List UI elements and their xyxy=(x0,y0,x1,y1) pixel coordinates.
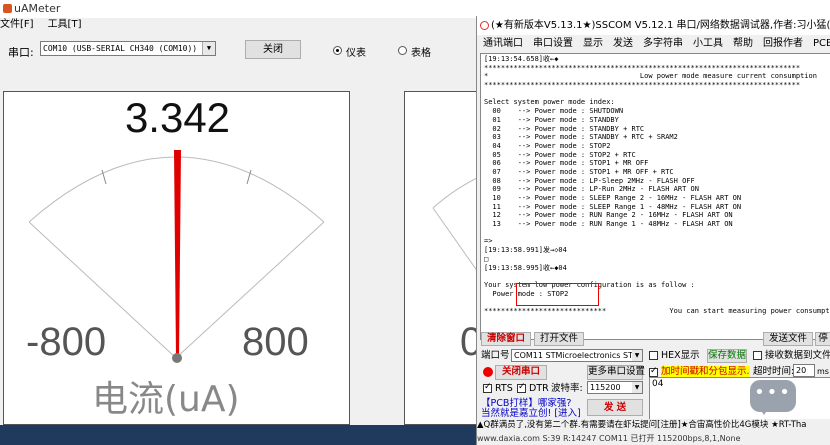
terminal-line: 06 --> Power mode : STOP1 + MR OFF xyxy=(484,159,649,168)
send-file-button[interactable]: 发送文件 xyxy=(763,332,813,346)
terminal-line: [19:13:58.991]发→◇04 xyxy=(484,246,567,255)
port-status-indicator-icon xyxy=(483,367,493,377)
second-gauge: 0 xyxy=(404,91,484,425)
chevron-down-icon[interactable]: ▼ xyxy=(632,382,642,393)
terminal-line: 02 --> Power mode : STANDBY + RTC xyxy=(484,124,645,133)
rts-checkbox[interactable] xyxy=(483,382,492,393)
sscom-title-bar: (★有新版本V5.13.1★)SSCOM V5.12.1 串口/网络数据调试器,… xyxy=(477,16,830,35)
uameter-menu-bar: 文件[F] 工具[T] xyxy=(0,18,95,32)
terminal-line: ****************************************… xyxy=(484,81,801,90)
sscom-app-icon xyxy=(480,21,489,30)
recv-to-file-label: 接收数据到文件 xyxy=(765,350,830,361)
hex-display-label: HEX显示 xyxy=(661,350,700,361)
gauge-max-label: 800 xyxy=(242,320,309,364)
sscom-title: (★有新版本V5.13.1★)SSCOM V5.12.1 串口/网络数据调试器,… xyxy=(491,20,830,31)
uameter-title: uAMeter xyxy=(14,2,61,15)
send-text-value: 04 xyxy=(652,379,664,389)
terminal-line: * Low power mode measure current consump… xyxy=(484,72,817,81)
port-select[interactable]: COM10 (USB-SERIAL CH340 (COM10)) ▼ xyxy=(40,41,216,56)
menu-tools[interactable]: 小工具 xyxy=(693,38,723,49)
menu-pcb[interactable]: PCB打样 xyxy=(813,38,830,49)
terminal-line: ***************************** You can st… xyxy=(484,306,830,315)
terminal-line: □ xyxy=(484,254,489,263)
terminal-line: ****************************************… xyxy=(484,63,801,72)
menu-serial-settings[interactable]: 串口设置 xyxy=(533,38,573,49)
dtr-label: DTR xyxy=(529,383,549,394)
mode-gauge-radio[interactable] xyxy=(333,46,342,55)
send-button[interactable]: 发 送 xyxy=(587,399,643,416)
baud-label: 波特率: xyxy=(551,383,583,394)
save-data-button[interactable]: 保存数据 xyxy=(707,349,747,363)
current-value: 3.342 xyxy=(124,94,231,141)
menu-multi-string[interactable]: 多字符串 xyxy=(643,38,683,49)
clear-window-button[interactable]: 清除窗口 xyxy=(481,332,531,346)
terminal-line: 03 --> Power mode : STANDBY + RTC + SRAM… xyxy=(484,133,678,142)
rts-label: RTS xyxy=(495,383,513,394)
terminal-line: => xyxy=(484,237,493,246)
current-gauge: 3.342 -800 800 电流(uA) xyxy=(3,91,350,425)
sscom-news-bar[interactable]: ▲Q群满员了,没有第二个群.有需要请在虾坛提问[注册]★合宙高性价比4G模块 ★… xyxy=(477,419,830,431)
port-select-value: COM10 (USB-SERIAL CH340 (COM10)) xyxy=(43,44,198,53)
mode-table-radio[interactable] xyxy=(398,46,407,55)
menu-report-author[interactable]: 回报作者 xyxy=(763,38,803,49)
highlight-box xyxy=(516,283,599,306)
menu-send[interactable]: 发送 xyxy=(613,38,633,49)
recv-to-file-checkbox[interactable] xyxy=(753,351,762,360)
sscom-port-value: COM11 STMicroelectronics ST xyxy=(514,351,633,360)
gauge-min-label: -800 xyxy=(26,320,107,364)
terminal-line: 01 --> Power mode : STANDBY xyxy=(484,115,619,124)
baud-value: 115200 xyxy=(590,383,621,392)
terminal-line: [19:13:54.658]收←◆ xyxy=(484,55,559,63)
sscom-status-bar: www.daxia.com S:39 R:14247 COM11 已打开 115… xyxy=(477,432,830,445)
menu-file[interactable]: 文件[F] xyxy=(0,19,34,30)
terminal-line: 04 --> Power mode : STOP2 xyxy=(484,141,611,150)
stop-button[interactable]: 停 xyxy=(815,332,830,346)
terminal-line: 08 --> Power mode : LP-Sleep 2MHz - FLAS… xyxy=(484,176,695,185)
second-gauge-dial xyxy=(432,174,483,281)
hex-display-checkbox[interactable] xyxy=(649,351,658,360)
terminal-line: 13 --> Power mode : RUN Range 1 - 48MHz … xyxy=(484,220,733,229)
menu-tools[interactable]: 工具[T] xyxy=(48,19,82,30)
mode-gauge-label: 仪表 xyxy=(346,48,366,59)
chat-dots-icon: ••• xyxy=(754,382,792,403)
gauge-unit-label: 电流(uA) xyxy=(92,379,240,420)
close-serial-button[interactable]: 关闭串口 xyxy=(495,365,547,380)
terminal-line: 09 --> Power mode : LP-Run 2MHz - FLASH … xyxy=(484,185,699,194)
open-file-button[interactable]: 打开文件 xyxy=(534,332,584,346)
sscom-menu-bar: 通讯端口串口设置显示发送多字符串小工具帮助回报作者 PCB打样 xyxy=(477,36,830,52)
close-port-button[interactable]: 关闭 xyxy=(245,40,301,59)
menu-display[interactable]: 显示 xyxy=(583,38,603,49)
terminal-line: 10 --> Power mode : SLEEP Range 2 - 16MH… xyxy=(484,194,742,202)
mode-table-label: 表格 xyxy=(411,48,431,59)
terminal-line: Select system power mode index: xyxy=(484,98,615,107)
gauge-needle xyxy=(174,150,181,358)
uameter-app-icon xyxy=(3,4,12,13)
menu-help[interactable]: 帮助 xyxy=(733,38,753,49)
timestamp-checkbox[interactable] xyxy=(649,366,658,377)
chevron-down-icon[interactable]: ▼ xyxy=(632,350,642,361)
menu-comm-port[interactable]: 通讯端口 xyxy=(483,38,523,49)
dtr-checkbox[interactable] xyxy=(517,382,526,393)
chevron-down-icon[interactable]: ▼ xyxy=(202,42,215,55)
sscom-port-select[interactable]: COM11 STMicroelectronics ST ▼ xyxy=(511,349,643,362)
timeout-input[interactable]: 20 xyxy=(793,364,815,377)
chat-bubble-tail xyxy=(758,406,770,415)
terminal-line: 05 --> Power mode : STOP2 + RTC xyxy=(484,150,636,159)
terminal-line: 11 --> Power mode : SLEEP Range 1 - 48MH… xyxy=(484,202,742,211)
more-serial-settings-button[interactable]: 更多串口设置 xyxy=(587,365,645,380)
terminal-line: [19:13:58.995]收←◆04 xyxy=(484,263,567,272)
baud-select[interactable]: 115200 ▼ xyxy=(587,381,643,394)
terminal-line: 12 --> Power mode : RUN Range 2 - 16MHz … xyxy=(484,211,733,220)
port-label: 串口: xyxy=(8,46,34,59)
port-number-label: 端口号 xyxy=(481,350,510,361)
terminal-line: 07 --> Power mode : STOP1 + MR OFF + RTC xyxy=(484,167,674,176)
terminal-line: 00 --> Power mode : SHUTDOWN xyxy=(484,107,624,116)
